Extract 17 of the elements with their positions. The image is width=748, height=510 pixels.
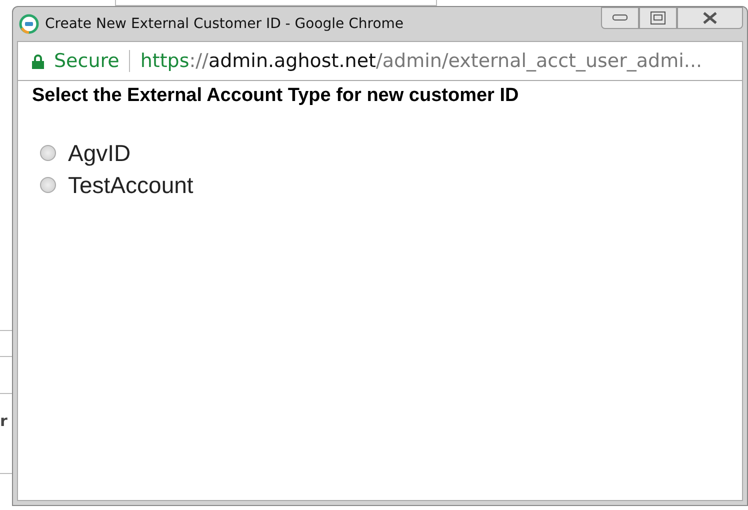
close-button[interactable] bbox=[677, 7, 743, 29]
radio-button[interactable] bbox=[40, 145, 56, 161]
lock-icon bbox=[32, 54, 44, 68]
minimize-icon bbox=[612, 14, 628, 22]
page-heading: Select the External Account Type for new customer ID bbox=[32, 85, 520, 107]
radio-button[interactable] bbox=[40, 177, 56, 193]
option-label[interactable]: AgvID bbox=[68, 140, 131, 166]
option-label[interactable]: TestAccount bbox=[68, 172, 194, 198]
maximize-icon bbox=[650, 11, 666, 25]
background-text: r bbox=[0, 412, 8, 430]
url-text[interactable]: https://admin.aghost.net/admin/external_acct_user_admi... bbox=[140, 50, 702, 72]
window-title: Create New External Customer ID - Google Chrome bbox=[45, 16, 405, 32]
security-label: Secure bbox=[54, 50, 120, 72]
close-icon bbox=[702, 11, 718, 25]
logo-icon bbox=[19, 14, 39, 34]
maximize-button[interactable] bbox=[639, 7, 677, 29]
minimize-button[interactable] bbox=[601, 7, 639, 29]
